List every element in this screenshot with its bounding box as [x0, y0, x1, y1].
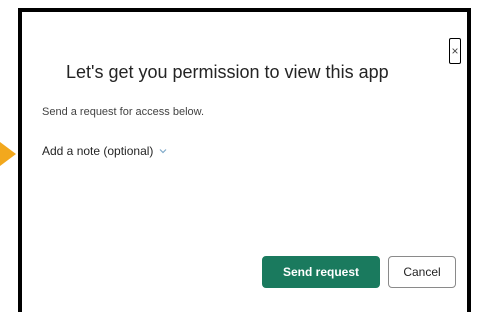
- add-note-label: Add a note (optional): [42, 144, 154, 158]
- dialog-title: Let's get you permission to view this ap…: [66, 62, 389, 82]
- page: × Let's get you permission to view this …: [0, 0, 477, 312]
- cancel-button[interactable]: Cancel: [388, 256, 456, 288]
- chevron-down-icon: [159, 149, 167, 154]
- pointer-arrow-icon: [0, 142, 16, 166]
- add-note-toggle[interactable]: Add a note (optional): [42, 144, 167, 158]
- close-icon: ×: [451, 44, 459, 58]
- send-request-button[interactable]: Send request: [262, 256, 380, 288]
- close-button[interactable]: ×: [449, 38, 461, 64]
- dialog-actions: Send request Cancel: [262, 256, 456, 288]
- dialog-subtitle: Send a request for access below.: [42, 106, 205, 118]
- permission-dialog: × Let's get you permission to view this …: [18, 8, 471, 312]
